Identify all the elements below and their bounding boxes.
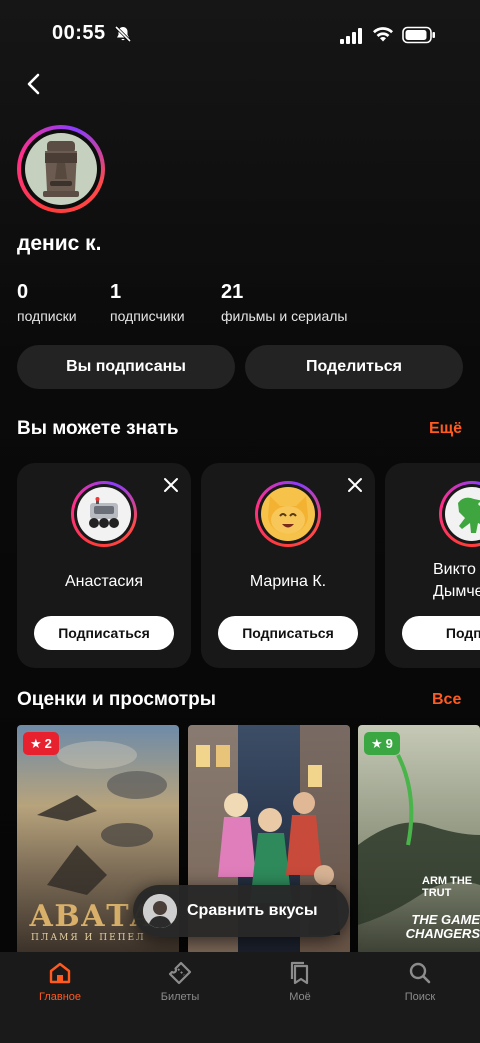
follow-button[interactable]: Подписаться — [34, 616, 174, 650]
nav-item-home[interactable]: Главное — [0, 960, 120, 1020]
ratings-title: Оценки и просмотры — [17, 689, 217, 710]
bell-muted-icon — [114, 25, 132, 43]
moai-avatar-icon — [25, 133, 97, 205]
suggestions-more-link[interactable]: Ещё — [429, 420, 462, 438]
star-icon: ★ — [30, 735, 42, 751]
bottom-navigation: Главное Билеты Моё Поиск — [0, 952, 480, 1043]
user-avatar — [143, 894, 177, 928]
suggestion-avatar — [255, 481, 321, 547]
cat-avatar-icon — [261, 487, 315, 541]
suggestions-title: Вы можете знать — [17, 418, 179, 439]
poster-card[interactable]: ★ 9 ARM THE TRUT THE GAME CHANGERS — [358, 725, 480, 955]
stat-value: 0 — [17, 281, 29, 303]
stat-movies[interactable]: 21 фильмы и сериалы — [221, 281, 348, 324]
rating-badge: ★ 2 — [23, 732, 59, 755]
profile-screen: 00:55 денис к. 0 подписки 1 подписчики 2… — [0, 0, 480, 1043]
chevron-left-icon — [27, 73, 40, 95]
robot-avatar-icon — [77, 487, 131, 541]
dinosaur-avatar-icon — [445, 487, 480, 541]
follow-button[interactable]: Подпис — [402, 616, 480, 650]
rating-badge: ★ 9 — [364, 732, 400, 755]
stat-label: подписчики — [110, 308, 185, 324]
follow-button[interactable]: Подписаться — [218, 616, 358, 650]
suggestion-name: Викто Дымче — [433, 561, 480, 600]
profile-name: денис к. — [17, 232, 102, 255]
stat-label: подписки — [17, 308, 77, 324]
home-icon — [49, 962, 71, 984]
stat-following[interactable]: 0 подписки — [17, 281, 77, 324]
cellular-signal-icon — [340, 28, 362, 44]
wifi-icon — [373, 27, 393, 42]
suggestion-card[interactable]: Анастасия Подписаться — [17, 463, 191, 668]
ratings-all-link[interactable]: Все — [432, 691, 461, 709]
nav-label: Моё — [289, 991, 311, 1003]
back-button[interactable] — [16, 66, 52, 102]
compare-tastes-button[interactable]: Сравнить вкусы — [133, 885, 349, 937]
compare-label: Сравнить вкусы — [187, 902, 318, 919]
status-time: 00:55 — [52, 22, 106, 44]
nav-item-tickets[interactable]: Билеты — [120, 960, 240, 1020]
stat-value: 21 — [221, 281, 244, 303]
nav-label: Главное — [38, 991, 82, 1003]
stat-label: фильмы и сериалы — [221, 308, 348, 324]
stat-value: 1 — [110, 281, 122, 303]
close-icon[interactable] — [345, 475, 365, 495]
ticket-icon — [168, 961, 192, 985]
profile-avatar[interactable] — [17, 125, 105, 213]
share-button[interactable]: Поделиться — [245, 345, 463, 389]
stat-followers[interactable]: 1 подписчики — [110, 281, 185, 324]
battery-icon — [402, 26, 435, 44]
suggestion-card[interactable]: Марина К. Подписаться — [201, 463, 375, 668]
suggestion-card[interactable]: Викто Дымче Подпис — [385, 463, 480, 668]
status-bar: 00:55 — [0, 0, 480, 70]
poster-subtitle: ПЛАМЯ И ПЕПЕЛ — [31, 933, 146, 943]
nav-label: Поиск — [404, 991, 436, 1003]
suggestion-avatar — [439, 481, 480, 547]
suggestion-name: Марина К. — [249, 573, 327, 590]
nav-item-mine[interactable]: Моё — [240, 960, 360, 1020]
poster-tagline: ARM THE TRUT — [422, 875, 473, 899]
suggestion-avatar — [71, 481, 137, 547]
search-icon — [409, 962, 431, 984]
close-icon[interactable] — [161, 475, 181, 495]
suggestion-name: Анастасия — [64, 573, 144, 590]
bookmarks-icon — [290, 961, 309, 985]
poster-title: THE GAME CHANGERS — [405, 912, 480, 941]
subscribed-button[interactable]: Вы подписаны — [17, 345, 235, 389]
nav-label: Билеты — [160, 991, 200, 1003]
star-icon: ★ — [371, 735, 383, 751]
nav-item-search[interactable]: Поиск — [360, 960, 480, 1020]
